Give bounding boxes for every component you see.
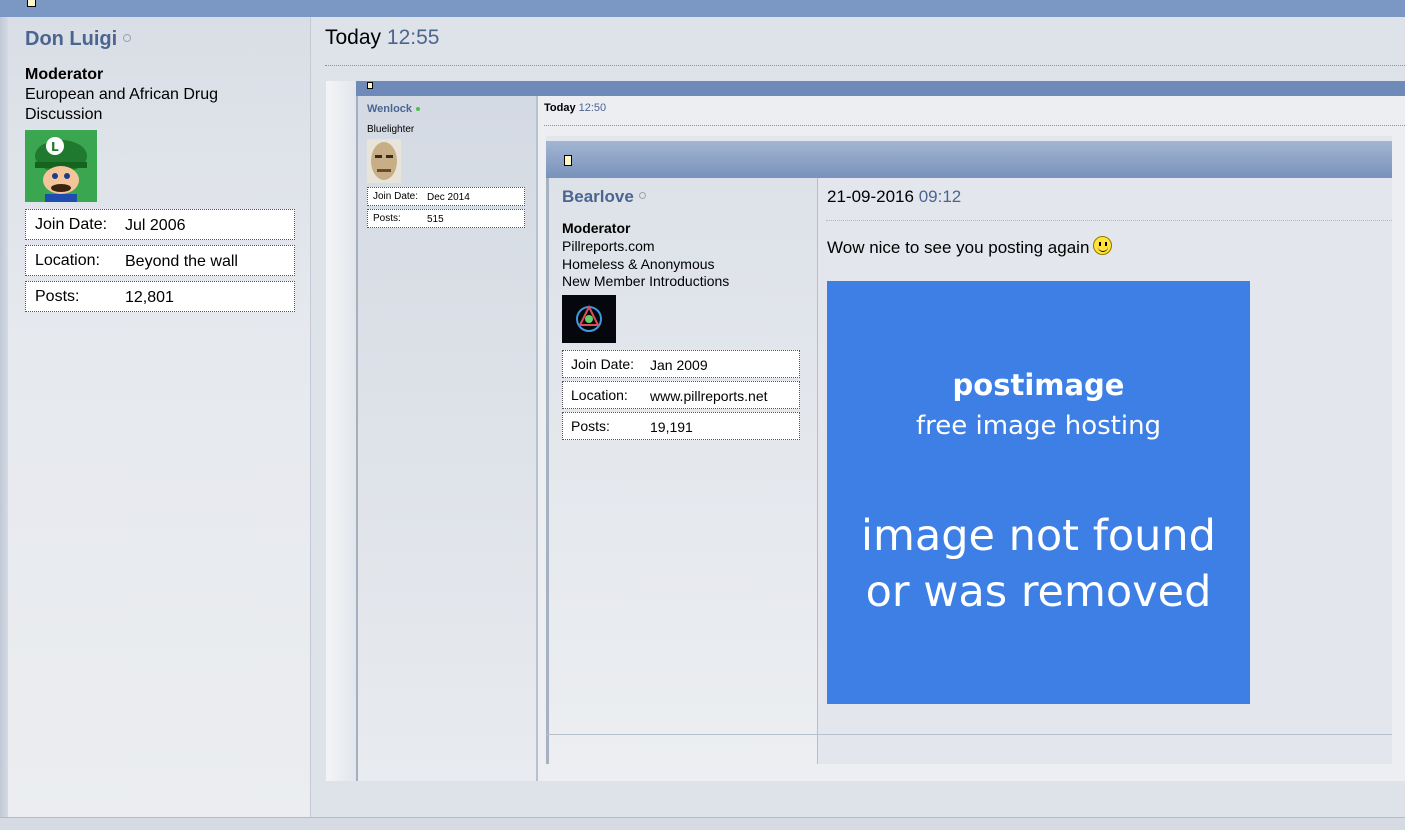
nested-user-group: Pillreports.com (562, 238, 655, 254)
join-date-label: Join Date: (35, 216, 108, 233)
nested-timestamp: 21-09-2016 09:12 (827, 187, 962, 206)
join-date-label: Join Date: (373, 191, 419, 202)
quoted-posts-field: Posts: 515 (367, 209, 525, 228)
quoted-avatar (367, 139, 401, 183)
face-avatar-image (367, 139, 401, 183)
posts-field: Posts: 12,801 (25, 281, 295, 312)
location-label: Location: (35, 252, 100, 269)
post-icon (27, 0, 36, 7)
screenshot-margin (326, 81, 356, 781)
image-error-line1: image not found (861, 511, 1216, 561)
user-role: Moderator (25, 66, 104, 83)
svg-text:L: L (51, 140, 59, 154)
offline-status-icon (638, 192, 646, 200)
nested-username: Bearlove (562, 187, 646, 207)
post-divider (325, 65, 1405, 66)
location-label: Location: (571, 387, 628, 403)
join-date-value: Jan 2009 (650, 357, 708, 373)
left-border (0, 17, 8, 829)
posts-label: Posts: (35, 288, 80, 305)
nested-post-header (546, 141, 1392, 178)
nested-divider (826, 220, 1392, 221)
post-footer-bar (0, 817, 1405, 830)
nested-quoted-post: Bearlove Moderator Pillreports.com Homel… (546, 136, 1392, 764)
post-icon (367, 82, 373, 89)
post-header-bar (0, 0, 1405, 17)
location-field: Location: Beyond the wall (25, 245, 295, 276)
join-date-label: Join Date: (571, 356, 635, 372)
nested-message: Wow nice to see you posting again (827, 236, 1113, 258)
avatar[interactable]: L (25, 130, 97, 202)
quoted-user-title: Bluelighter (367, 124, 415, 135)
user-group: European and African Drug (25, 86, 219, 103)
smiley-icon (1093, 236, 1113, 256)
image-error-line2: or was removed (865, 567, 1212, 617)
postimage-logo: postimage (952, 368, 1125, 402)
abstract-avatar-image (562, 295, 616, 343)
location-value: www.pillreports.net (650, 388, 768, 404)
nested-posts-field: Posts: 19,191 (562, 412, 800, 440)
join-date-value: Dec 2014 (427, 192, 470, 203)
quoted-post-header (356, 81, 1405, 96)
nested-location-field: Location: www.pillreports.net (562, 381, 800, 409)
posts-value: 19,191 (650, 419, 693, 435)
quoted-username: Wenlock (367, 103, 421, 115)
post-icon (564, 155, 572, 166)
posts-label: Posts: (571, 418, 610, 434)
nested-avatar (562, 295, 616, 343)
posts-label: Posts: (373, 213, 401, 224)
quoted-join-date-field: Join Date: Dec 2014 (367, 187, 525, 206)
join-date-field: Join Date: Jul 2006 (25, 209, 295, 240)
user-group: Discussion (25, 106, 103, 123)
nested-user-role: Moderator (562, 220, 631, 236)
luigi-avatar-image: L (25, 130, 97, 202)
quoted-divider (544, 125, 1405, 126)
offline-status-icon (123, 33, 132, 42)
nested-user-group: Homeless & Anonymous (562, 256, 715, 272)
username-link[interactable]: Don Luigi (25, 28, 132, 51)
posts-value: 515 (427, 214, 444, 225)
nested-join-date-field: Join Date: Jan 2009 (562, 350, 800, 378)
location-value: Beyond the wall (125, 253, 238, 270)
posts-value: 12,801 (125, 289, 174, 306)
nested-user-group: New Member Introductions (562, 273, 730, 289)
post-timestamp: Today 12:55 (325, 26, 440, 49)
embedded-screenshot: Wenlock Bluelighter Join Date: Dec 2014 … (326, 81, 1405, 781)
join-date-value: Jul 2006 (125, 217, 186, 234)
online-status-icon (416, 107, 421, 112)
quoted-timestamp: Today 12:50 (544, 102, 607, 114)
missing-image-placeholder: postimage free image hosting image not f… (827, 281, 1250, 704)
postimage-tagline: free image hosting (915, 411, 1162, 441)
nested-footer-divider (546, 734, 1392, 735)
